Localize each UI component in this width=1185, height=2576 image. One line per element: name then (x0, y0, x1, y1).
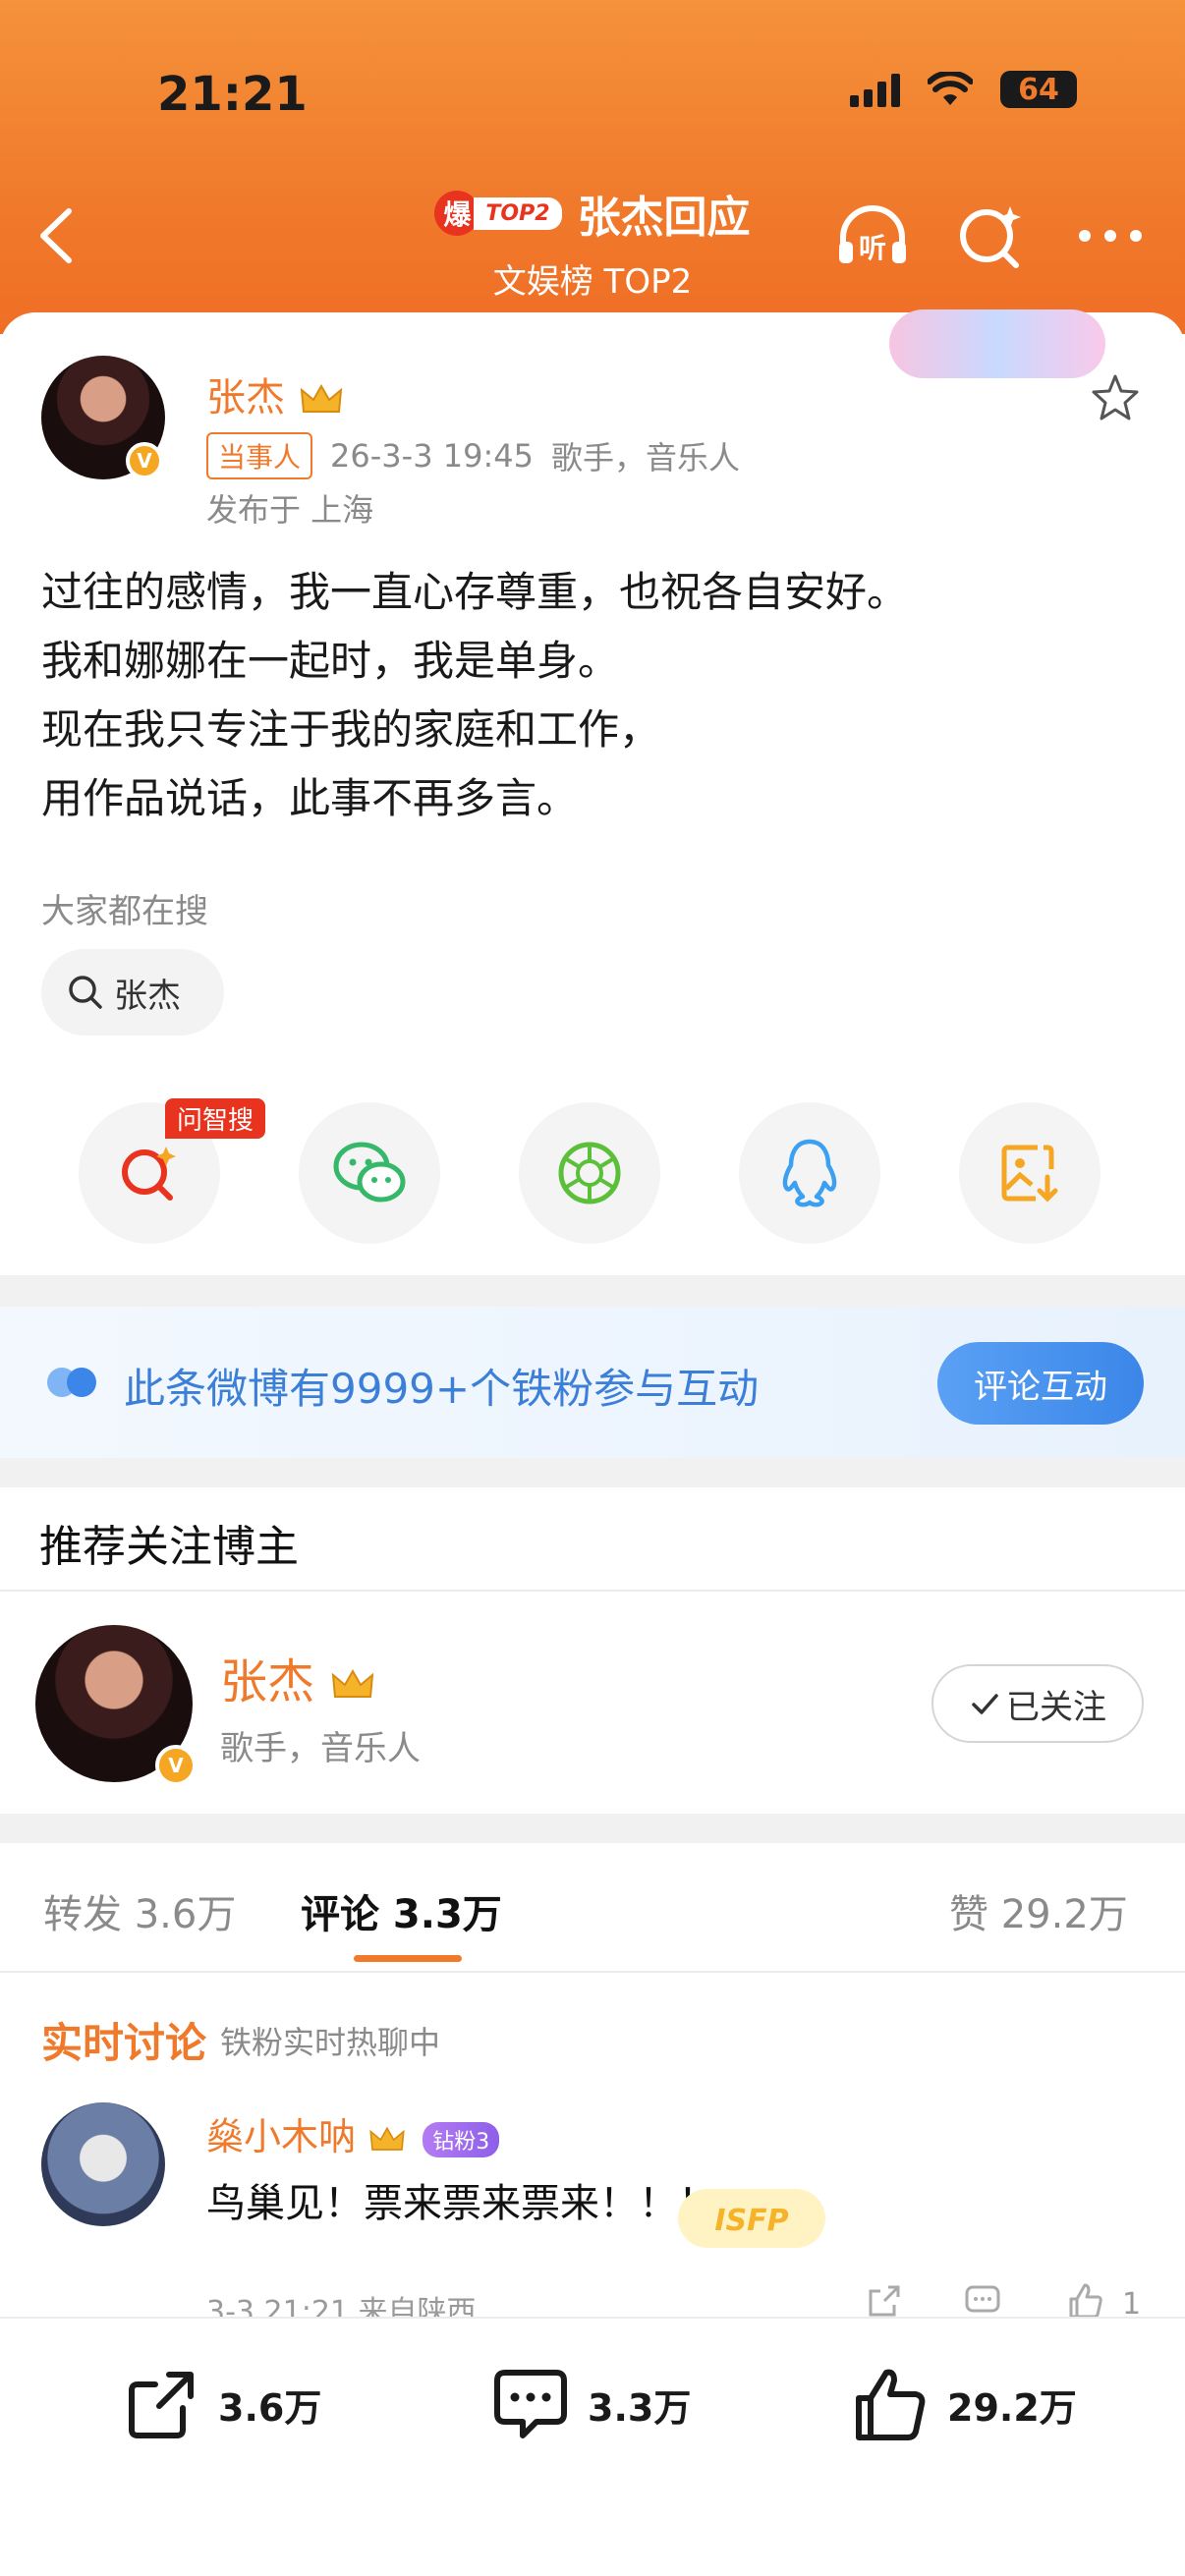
party-tag: 当事人 (206, 432, 313, 479)
hot-search-label: 大家都在搜 (41, 892, 208, 931)
moments-aperture-icon (558, 1142, 621, 1204)
wechat-share-button[interactable] (299, 1102, 440, 1244)
post-author-name[interactable]: 张杰 (206, 365, 345, 422)
status-time: 21:21 (157, 67, 308, 122)
fans-interaction-banner[interactable]: 此条微博有9999+个铁粉参与互动 评论互动 (0, 1307, 1185, 1458)
ai-search-icon (122, 1147, 176, 1201)
hot-rank-badge: 爆 TOP2 (434, 191, 562, 236)
qq-share-button[interactable] (739, 1102, 880, 1244)
crown-vip-icon (332, 1668, 374, 1698)
verified-badge-icon: V (155, 1745, 197, 1786)
svg-text:ISFP: ISFP (714, 2204, 788, 2238)
repost-icon (129, 2372, 194, 2438)
qq-penguin-icon (782, 1139, 837, 1207)
comment-button[interactable]: 3.3万 (491, 2360, 691, 2448)
comment-interact-button[interactable]: 评论互动 (937, 1342, 1144, 1425)
page-title: 张杰回应 (577, 193, 751, 243)
moments-share-button[interactable] (519, 1102, 660, 1244)
favorite-star-icon[interactable] (1089, 371, 1142, 424)
fan-level-badge: 钻粉3 (423, 2121, 500, 2157)
fans-icon (47, 1368, 96, 1397)
save-image-icon (1001, 1145, 1058, 1203)
wechat-icon (333, 1142, 406, 1203)
interaction-tabs: 转发 3.6万 评论 3.3万 赞 29.2万 (0, 1843, 1185, 1971)
recommend-title: 推荐关注博主 (39, 1522, 299, 1572)
section-divider (0, 1458, 1185, 1487)
section-divider (0, 1275, 1185, 1307)
post-content: 过往的感情，我一直心存尊重，也祝各自安好。 我和娜娜在一起时，我是单身。 现在我… (41, 568, 909, 822)
fans-banner-text: 此条微博有9999+个铁粉参与互动 (124, 1365, 760, 1413)
comment-like-icon[interactable] (1065, 2281, 1104, 2321)
check-icon (972, 1694, 998, 1714)
verified-badge-icon: V (126, 442, 163, 479)
listen-headphones-icon[interactable]: 听 (833, 196, 912, 275)
repost-button[interactable]: 3.6万 (122, 2360, 321, 2448)
search-chip[interactable]: 张杰 (41, 949, 224, 1036)
header: 21:21 64 爆 TOP2 张杰回应 文娱榜 TOP2 听 (0, 0, 1185, 334)
tab-repost[interactable]: 转发 3.6万 (43, 1882, 236, 1939)
cellular-signal-icon (850, 72, 900, 107)
crown-vip-icon (300, 383, 342, 413)
post-time: 26-3-3 19:45 (330, 437, 534, 475)
commenter-avatar[interactable] (41, 2102, 165, 2226)
followed-button[interactable]: 已关注 (931, 1664, 1144, 1743)
status-icons: 64 (850, 71, 1077, 108)
thumbs-up-icon (856, 2369, 926, 2440)
comment-share-icon[interactable] (865, 2281, 904, 2321)
save-image-share-button[interactable] (959, 1102, 1100, 1244)
post-location: 发布于 上海 (206, 491, 374, 529)
crown-vip-icon (369, 2126, 405, 2151)
recommend-name[interactable]: 张杰 (220, 1643, 376, 1711)
commenter-name[interactable]: 燊小木呐 钻粉3 (206, 2106, 500, 2160)
section-divider (0, 1814, 1185, 1843)
like-button[interactable]: 29.2万 (851, 2360, 1077, 2448)
divider (0, 1590, 1185, 1592)
active-tab-indicator (354, 1955, 462, 1962)
search-icon (69, 976, 102, 1009)
battery-indicator: 64 (1000, 71, 1077, 108)
comment-reply-icon[interactable] (963, 2281, 1002, 2321)
more-menu-icon[interactable] (1071, 196, 1150, 275)
live-discussion-title: 实时讨论 (41, 2019, 207, 2067)
ai-search-badge: 问智搜 (165, 1098, 266, 1139)
comment-text: 鸟巢见！票来票来票来！！！ (206, 2181, 717, 2226)
decoration-sticker (889, 309, 1105, 378)
live-discussion-subtitle: 铁粉实时热聊中 (220, 2024, 441, 2061)
svg-text:听: 听 (859, 232, 886, 264)
tab-like[interactable]: 赞 29.2万 (949, 1882, 1128, 1939)
bottom-action-bar: 3.6万 3.3万 29.2万 (0, 2317, 1185, 2576)
wifi-icon (928, 72, 973, 105)
tab-comment[interactable]: 评论 3.3万 (301, 1882, 502, 1939)
recommend-desc: 歌手，音乐人 (220, 1729, 421, 1768)
isfp-personality-sticker: ISFP (678, 2189, 825, 2248)
author-desc: 歌手，音乐人 (550, 439, 740, 476)
divider (0, 1971, 1185, 1973)
comment-icon (494, 2370, 567, 2438)
post-meta: 当事人 26-3-3 19:45 歌手，音乐人 (206, 432, 740, 479)
ai-search-icon[interactable] (951, 196, 1030, 275)
